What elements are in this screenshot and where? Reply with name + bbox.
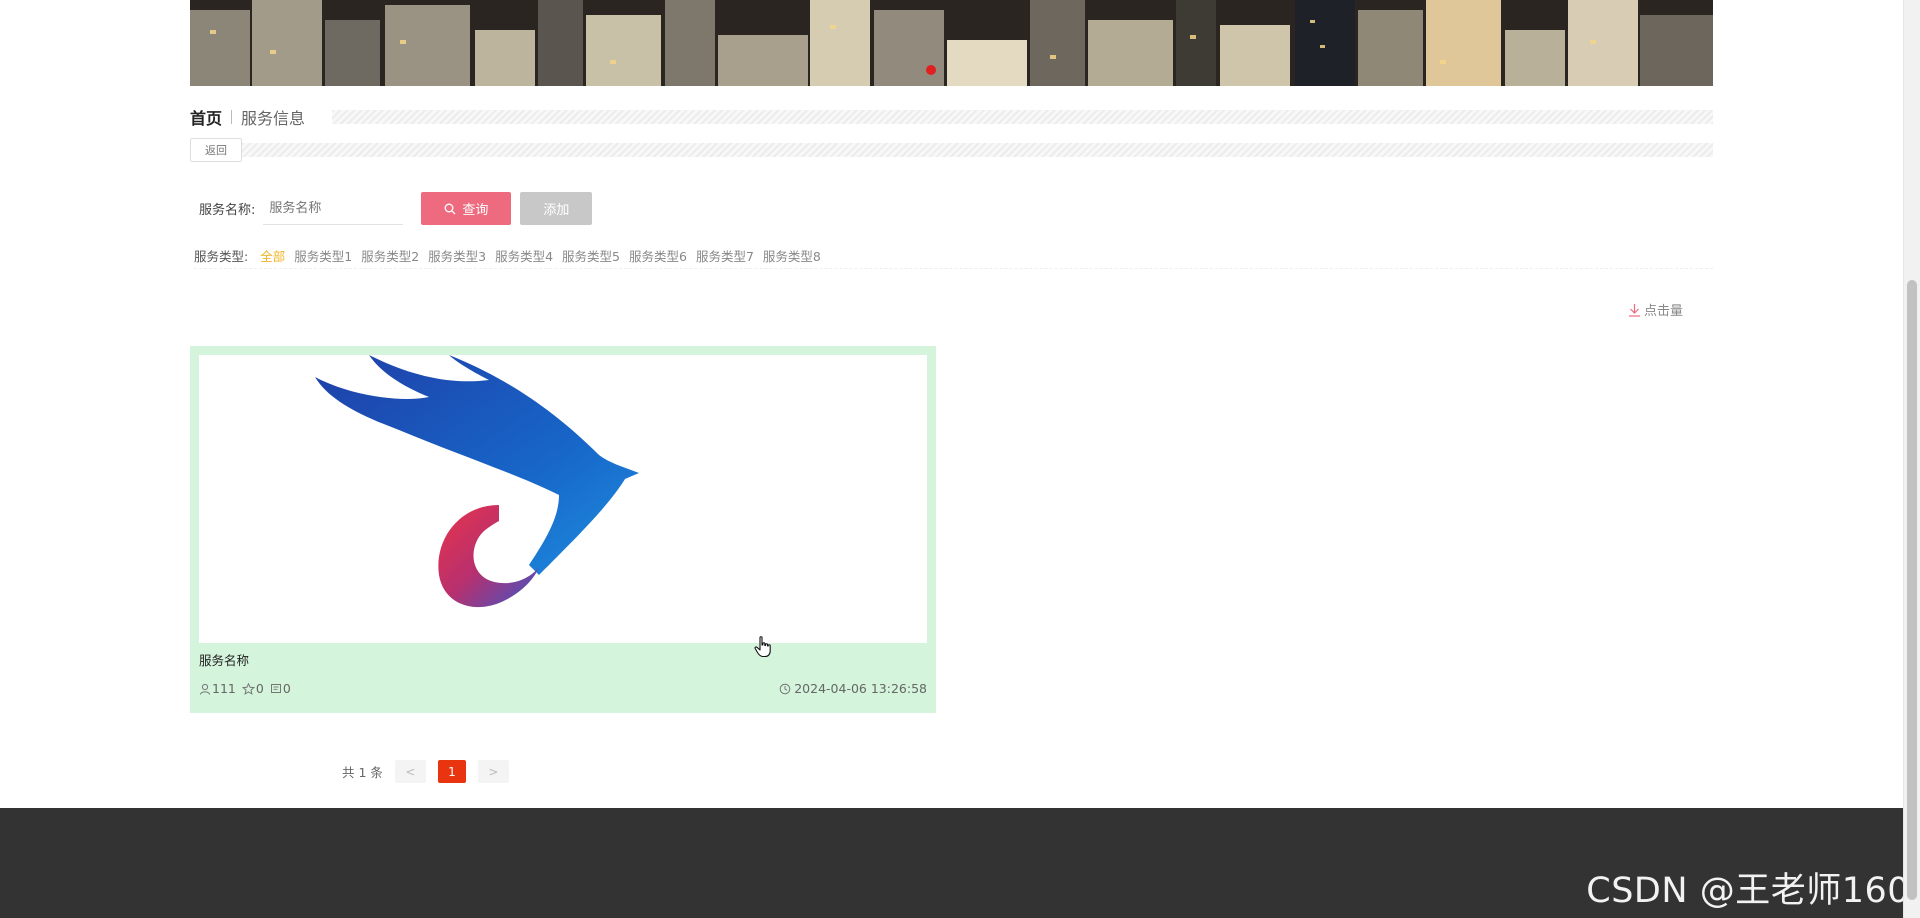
sort-label: 点击量: [1643, 304, 1683, 319]
views-count: 111: [212, 681, 236, 696]
hero-banner: [190, 0, 1713, 86]
watermark: CSDN @王老师160: [1586, 871, 1910, 911]
download-arrow-icon: [1628, 303, 1640, 317]
service-type-filter: 服务类型: 全部 服务类型1 服务类型2 服务类型3 服务类型4 服务类型5 服…: [194, 243, 1713, 269]
views-stat: 111: [199, 681, 236, 696]
service-stats: 111 0 0: [199, 681, 291, 696]
service-name-input[interactable]: [263, 192, 404, 225]
search-bar: 服务名称: 查询 添加: [199, 192, 593, 225]
user-icon: [200, 683, 210, 695]
star-icon: [241, 682, 255, 695]
favorites-count: 0: [255, 681, 264, 696]
breadcrumb-separator: [231, 110, 233, 124]
total-count: 共 1 条: [342, 765, 383, 780]
eagle-logo-image: [315, 355, 639, 608]
type-filter-label: 服务类型:: [194, 249, 249, 264]
breadcrumb: 首页 服务信息: [190, 104, 1713, 130]
comments-stat: 0: [270, 681, 291, 696]
add-button[interactable]: 添加: [520, 192, 593, 225]
type-option[interactable]: 服务类型8: [763, 246, 821, 265]
next-page-button[interactable]: >: [477, 760, 509, 783]
hand-cursor-icon: [754, 636, 771, 658]
comments-count: 0: [282, 681, 291, 696]
clock-icon: [779, 683, 791, 694]
sort-by-clicks[interactable]: 点击量: [1628, 300, 1683, 319]
page-1-button[interactable]: 1: [437, 760, 466, 783]
query-button-label: 查询: [462, 202, 489, 217]
service-title[interactable]: 服务名称: [199, 650, 249, 669]
publish-date: 2024-04-06 13:26:58: [794, 681, 927, 696]
back-divider: [242, 143, 1713, 157]
type-option[interactable]: 服务类型2: [361, 246, 419, 265]
city-skyline-image: [190, 0, 1713, 86]
query-button[interactable]: 查询: [421, 192, 512, 225]
breadcrumb-current: 服务信息: [241, 109, 306, 128]
service-card[interactable]: 服务名称 111 0 0 2024-04-06 13:26:58: [190, 346, 936, 713]
prev-page-button[interactable]: <: [394, 760, 426, 783]
back-button[interactable]: 返回: [190, 138, 242, 162]
service-image[interactable]: [199, 355, 927, 643]
breadcrumb-divider: [332, 110, 1713, 124]
vertical-scrollbar[interactable]: [1903, 0, 1920, 918]
comment-icon: [270, 683, 281, 693]
search-label: 服务名称:: [199, 203, 256, 218]
type-option[interactable]: 服务类型1: [294, 246, 352, 265]
favorites-stat: 0: [241, 681, 264, 696]
back-row: 返回: [190, 138, 1713, 162]
type-option[interactable]: 服务类型3: [428, 246, 486, 265]
type-option[interactable]: 服务类型5: [562, 246, 620, 265]
scrollbar-thumb[interactable]: [1907, 280, 1917, 900]
type-option-all[interactable]: 全部: [260, 246, 285, 265]
type-option[interactable]: 服务类型7: [696, 246, 754, 265]
type-option[interactable]: 服务类型4: [495, 246, 553, 265]
publish-time: 2024-04-06 13:26:58: [779, 681, 927, 696]
type-option[interactable]: 服务类型6: [629, 246, 687, 265]
search-icon: [444, 203, 456, 214]
pagination: 共 1 条 < 1 >: [342, 760, 509, 783]
breadcrumb-home[interactable]: 首页: [190, 105, 222, 129]
